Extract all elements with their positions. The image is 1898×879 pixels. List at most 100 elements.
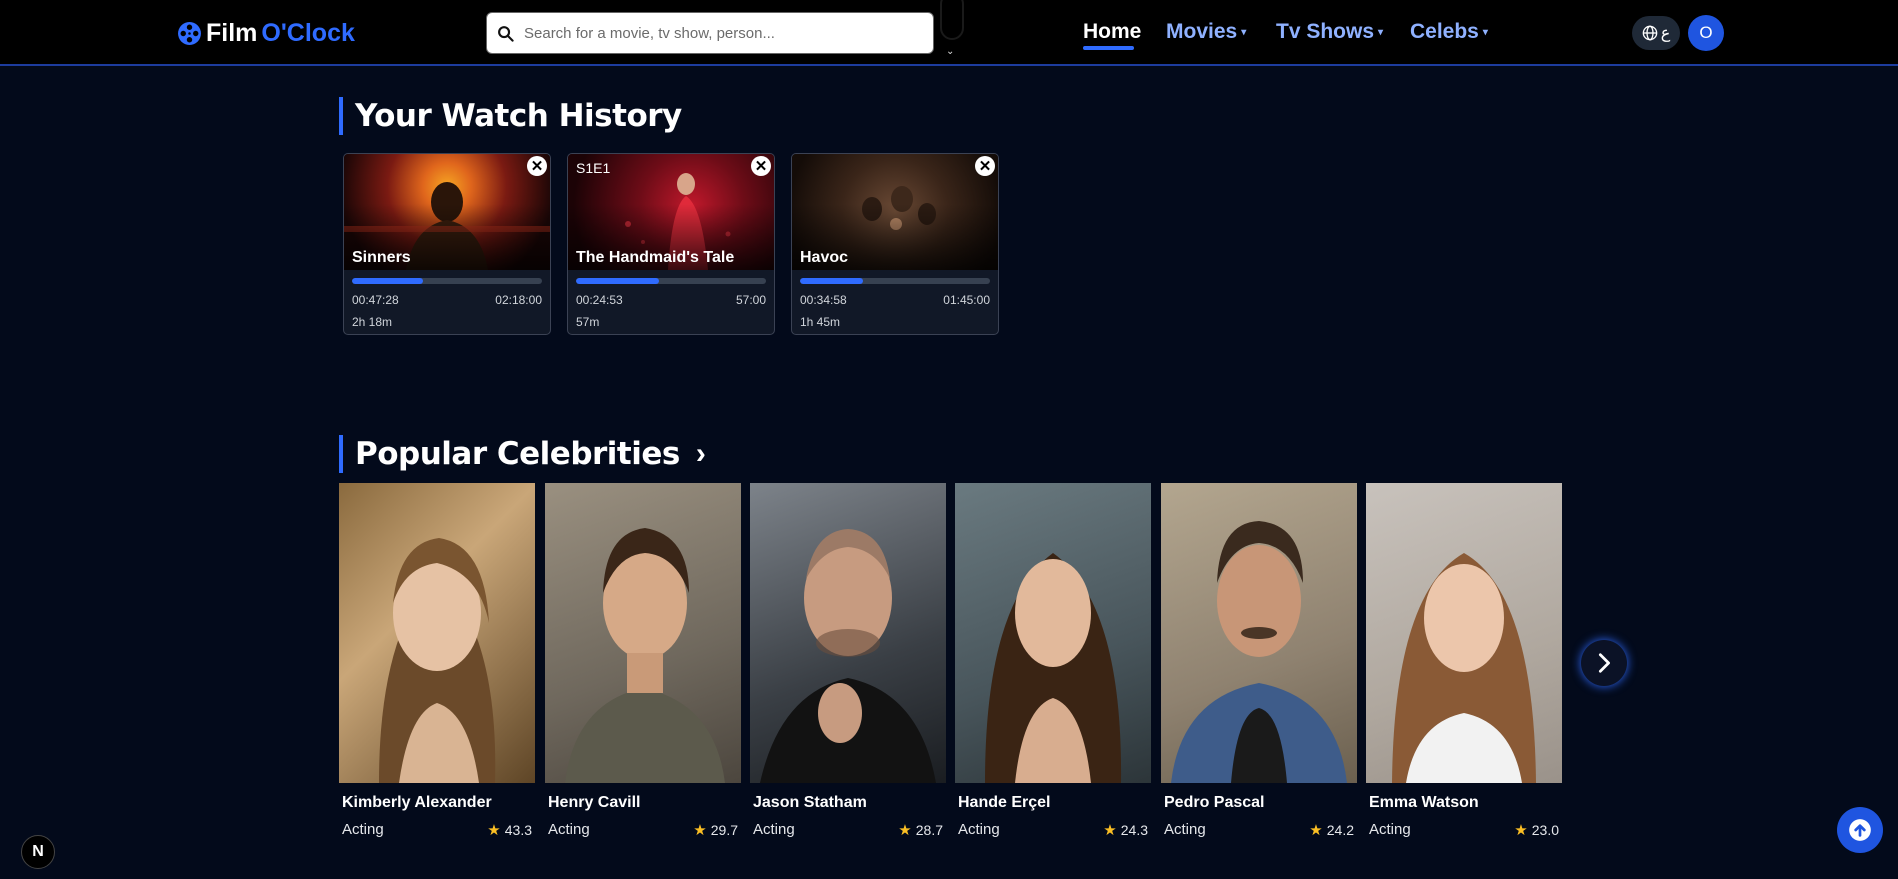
runtime: 1h 45m xyxy=(800,315,841,329)
star-icon: ★ xyxy=(693,822,707,839)
celebrity-photo xyxy=(750,483,946,783)
portrait-silhouette xyxy=(565,528,725,783)
nav-tv-shows[interactable]: Tv Shows ▾ xyxy=(1276,20,1383,44)
celebrity-photo xyxy=(1366,483,1562,783)
nav-movies-label: Movies xyxy=(1166,20,1238,43)
celebrity-department: Acting xyxy=(1164,821,1206,838)
runtime: 2h 18m xyxy=(352,315,393,329)
toggle-pill xyxy=(940,0,964,40)
nav-tv-shows-label: Tv Shows xyxy=(1276,20,1375,43)
portrait-silhouette xyxy=(379,538,496,783)
heading-accent-bar xyxy=(339,97,343,135)
badge-letter: N xyxy=(32,843,44,860)
language-label: ع xyxy=(1660,25,1671,42)
celebrity-card[interactable]: Pedro Pascal Acting ★ 24.2 xyxy=(1161,483,1357,843)
celebrity-department: Acting xyxy=(958,821,1000,838)
runtime: 57m xyxy=(576,315,600,329)
carousel-next-button[interactable] xyxy=(1581,640,1627,686)
celebrity-card[interactable]: Hande Erçel Acting ★ 24.3 xyxy=(955,483,1151,843)
rating-value: 24.3 xyxy=(1120,822,1148,838)
progress-fill xyxy=(800,278,864,284)
celebrity-name: Emma Watson xyxy=(1369,794,1479,811)
celebrity-card[interactable]: Kimberly Alexander Acting ★ 43.3 xyxy=(339,483,535,843)
celebrity-name: Kimberly Alexander xyxy=(342,794,492,811)
chevron-right-icon[interactable]: › xyxy=(696,437,706,471)
celebrity-card[interactable]: Henry Cavill Acting ★ 29.7 xyxy=(545,483,741,843)
search-bar[interactable] xyxy=(486,12,934,54)
card-title: Sinners xyxy=(352,249,411,266)
watch-progress-bar xyxy=(576,278,766,284)
language-switcher[interactable]: ع xyxy=(1632,16,1680,50)
star-icon: ★ xyxy=(1103,822,1117,839)
search-type-toggle[interactable]: ⌄ xyxy=(940,0,964,62)
celebrity-name: Hande Erçel xyxy=(958,794,1051,811)
celebrity-department: Acting xyxy=(1369,821,1411,838)
total-time: 01:45:00 xyxy=(943,293,990,307)
user-avatar[interactable]: O xyxy=(1688,15,1724,51)
heading-accent-bar xyxy=(339,435,343,473)
remove-close-icon[interactable]: ✕ xyxy=(975,156,995,176)
watch-history-card[interactable]: Sinners ✕ 00:47:28 02:18:00 2h 18m xyxy=(343,153,551,335)
celebrity-department: Acting xyxy=(753,821,795,838)
watch-history-card[interactable]: Havoc ✕ 00:34:58 01:45:00 1h 45m xyxy=(791,153,999,335)
rating-value: 24.2 xyxy=(1326,822,1354,838)
portrait-silhouette xyxy=(760,529,936,783)
caret-down-icon: ▾ xyxy=(1378,26,1384,38)
rating-value: 29.7 xyxy=(710,822,738,838)
celebrity-photo xyxy=(955,483,1151,783)
search-icon xyxy=(498,25,514,42)
celebrity-card[interactable]: Jason Statham Acting ★ 28.7 xyxy=(750,483,946,843)
watch-history-title: Your Watch History xyxy=(355,98,682,134)
logo-text-film: Film xyxy=(206,19,258,47)
nav-home[interactable]: Home xyxy=(1083,20,1141,44)
episode-label: S1E1 xyxy=(576,160,611,176)
celebrity-photo xyxy=(339,483,535,783)
top-navbar: FilmO'Clock ⌄ Home Movies▾ Tv Shows▾ Cel… xyxy=(0,0,1898,66)
celebrity-photo xyxy=(1161,483,1357,783)
portrait-silhouette xyxy=(1171,521,1347,783)
scroll-to-top-button[interactable] xyxy=(1837,807,1883,853)
card-title: The Handmaid's Tale xyxy=(576,249,735,266)
celebrity-photo xyxy=(545,483,741,783)
celebrity-rating: ★ 23.0 xyxy=(1514,821,1559,839)
celebrity-name: Jason Statham xyxy=(753,794,867,811)
progress-fill xyxy=(352,278,424,284)
celebrity-department: Acting xyxy=(548,821,590,838)
elapsed-time: 00:34:58 xyxy=(800,293,847,307)
watch-progress-bar xyxy=(352,278,542,284)
portrait-silhouette xyxy=(985,553,1122,783)
total-time: 02:18:00 xyxy=(495,293,542,307)
watch-progress-bar xyxy=(800,278,990,284)
progress-fill xyxy=(576,278,660,284)
dev-tools-badge[interactable]: N xyxy=(21,835,55,869)
rating-value: 28.7 xyxy=(915,822,943,838)
celebrity-card[interactable]: Emma Watson Acting ★ 23.0 xyxy=(1366,483,1562,843)
nav-movies[interactable]: Movies ▾ xyxy=(1166,20,1246,44)
chevron-right-icon xyxy=(1598,653,1610,673)
remove-close-icon[interactable]: ✕ xyxy=(751,156,771,176)
site-logo[interactable]: Film O'Clock xyxy=(177,19,355,48)
celebrities-title: Popular Celebrities xyxy=(355,436,680,472)
celebrity-rating: ★ 43.3 xyxy=(487,821,532,839)
nav-celebs[interactable]: Celebs ▾ xyxy=(1410,20,1488,44)
film-reel-icon xyxy=(178,22,201,45)
logo-text-oclock: O'Clock xyxy=(261,19,355,47)
celebrity-name: Henry Cavill xyxy=(548,794,641,811)
card-title: Havoc xyxy=(800,249,849,266)
caret-down-icon: ▾ xyxy=(1482,26,1488,38)
celebrity-department: Acting xyxy=(342,821,384,838)
search-input[interactable] xyxy=(524,24,904,42)
nav-celebs-label: Celebs xyxy=(1410,20,1479,43)
globe-icon xyxy=(1642,25,1658,41)
celebrities-heading[interactable]: Popular Celebrities › xyxy=(339,435,706,473)
watch-history-card[interactable]: S1E1 The Handmaid's Tale ✕ 00:24:53 57:0… xyxy=(567,153,775,335)
rating-value: 43.3 xyxy=(504,822,532,838)
portrait-silhouette xyxy=(1392,553,1536,783)
elapsed-time: 00:47:28 xyxy=(352,293,399,307)
elapsed-time: 00:24:53 xyxy=(576,293,623,307)
remove-close-icon[interactable]: ✕ xyxy=(527,156,547,176)
total-time: 57:00 xyxy=(735,293,766,307)
arrow-up-circle-icon xyxy=(1849,819,1871,841)
watch-history-heading: Your Watch History xyxy=(339,97,682,135)
celebrity-name: Pedro Pascal xyxy=(1164,794,1265,811)
